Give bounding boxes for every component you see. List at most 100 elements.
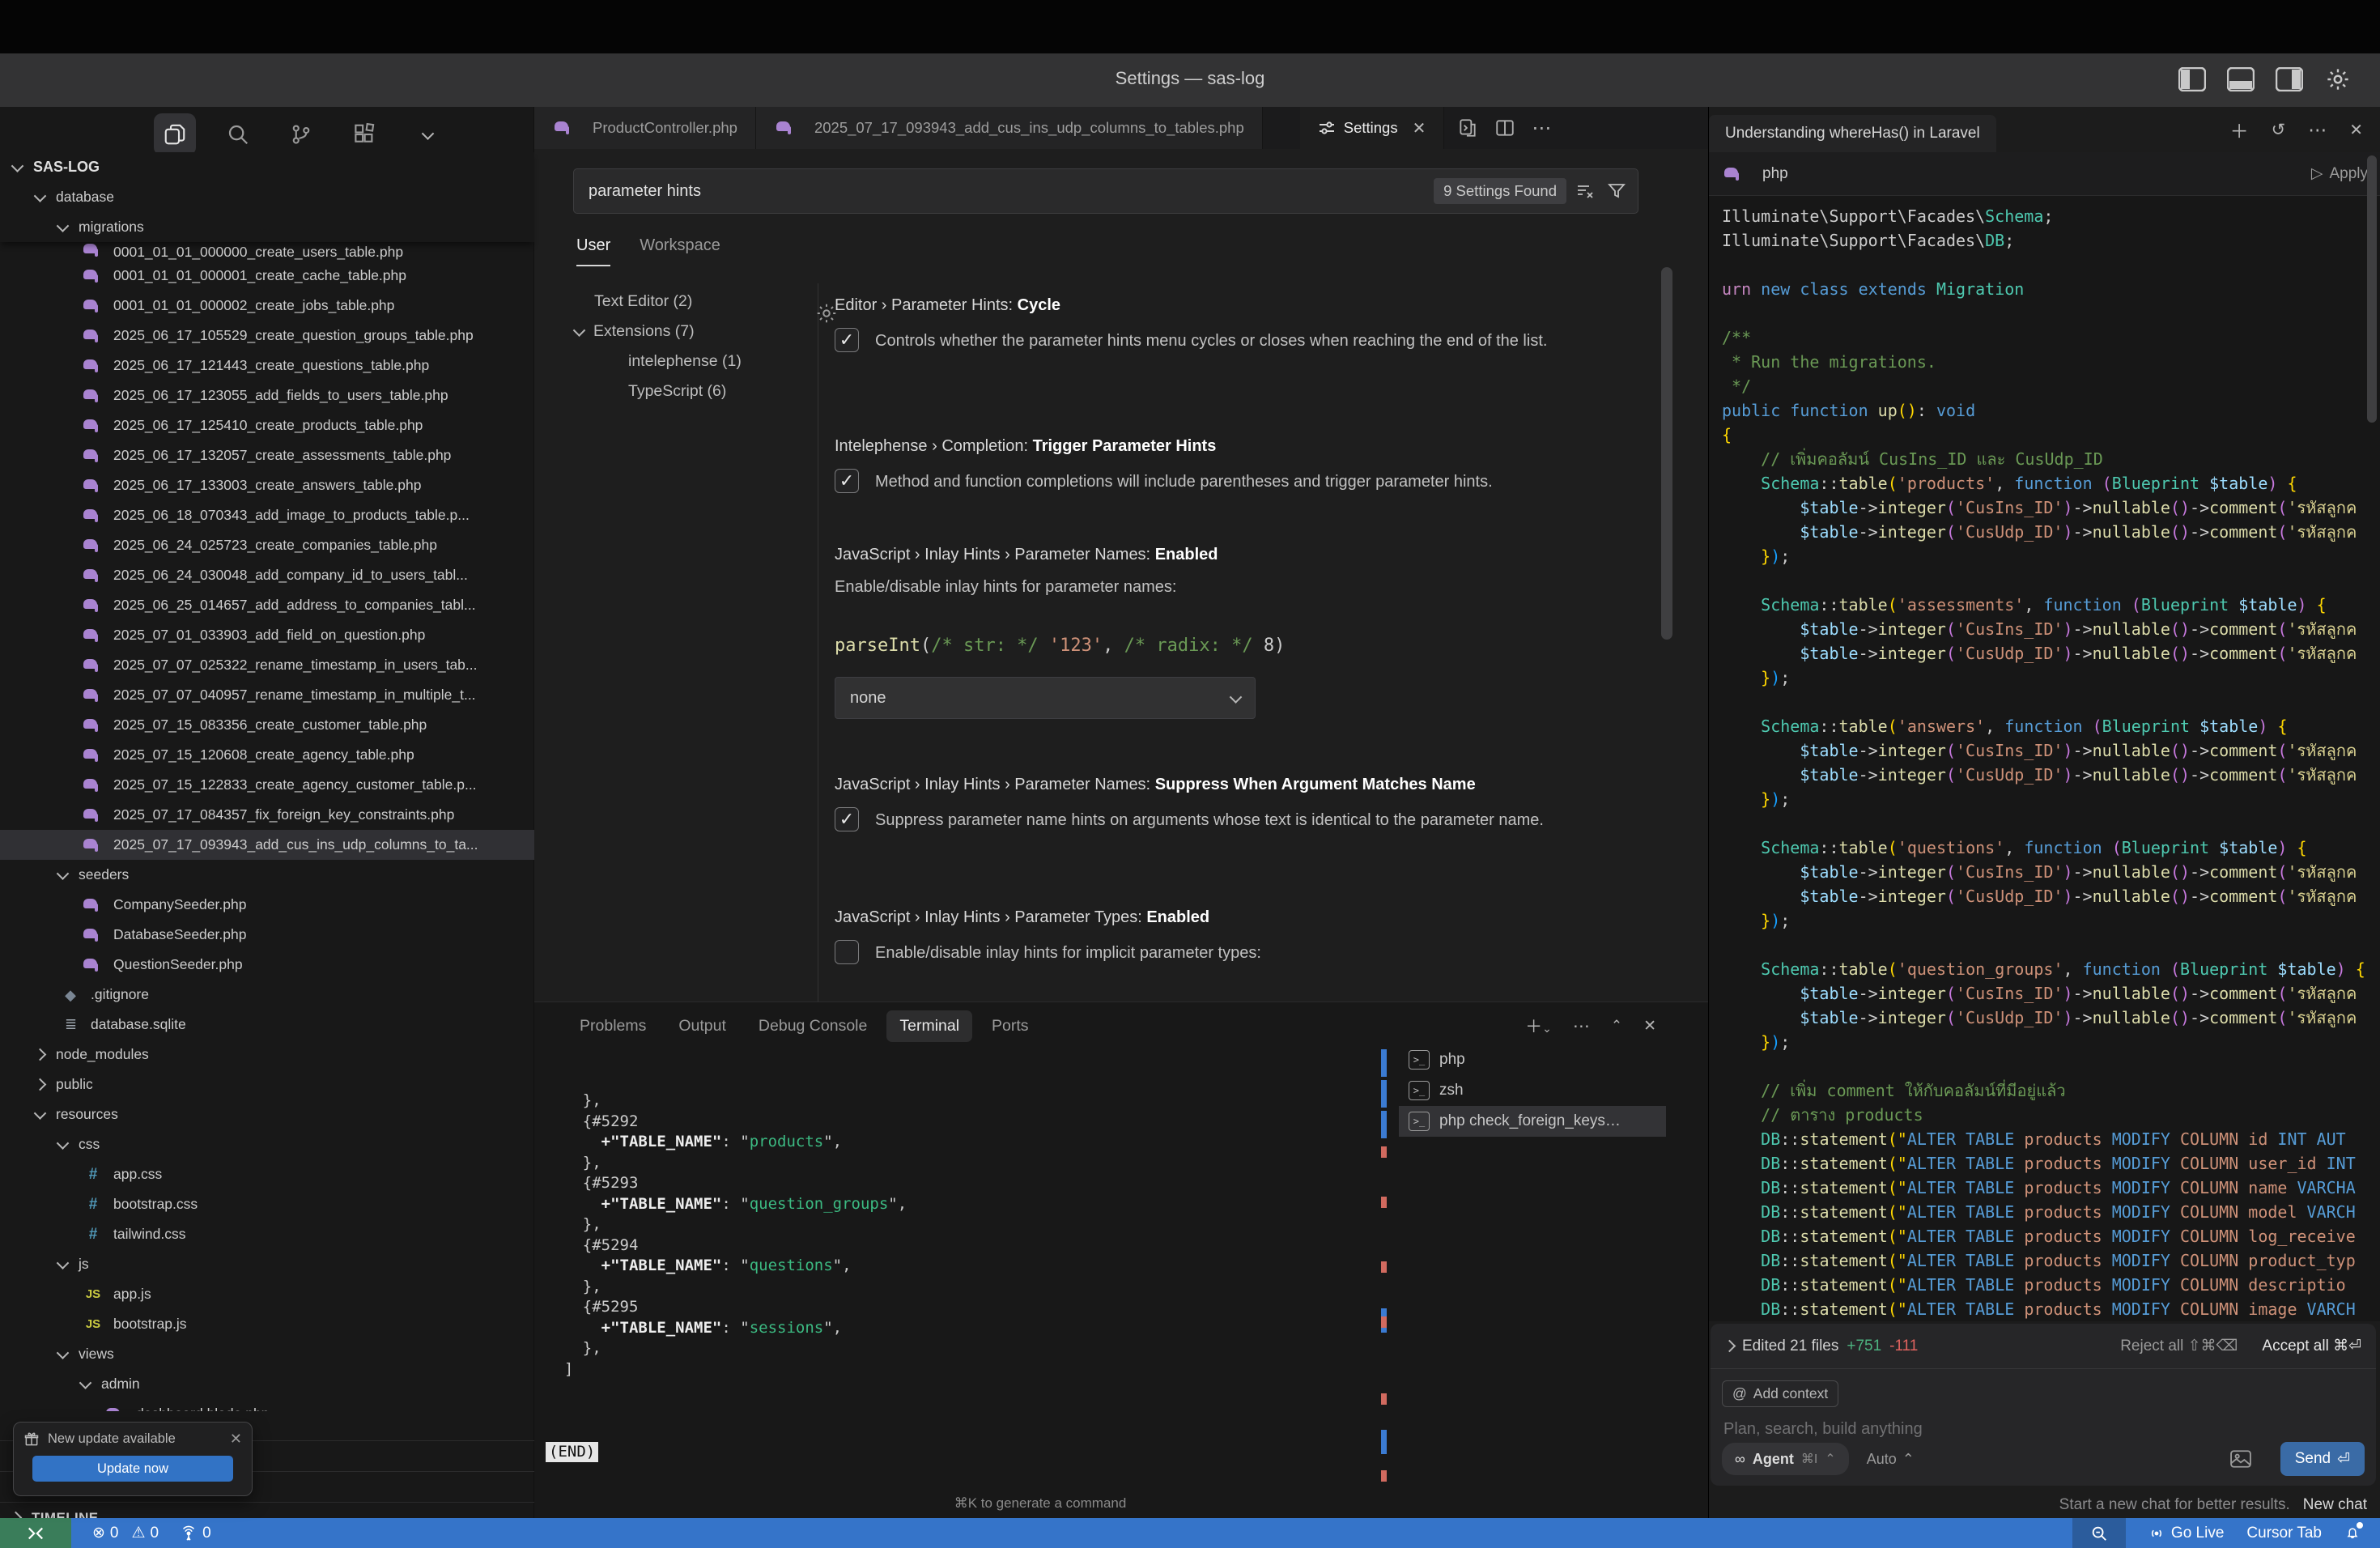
param-names-dropdown[interactable]: none (835, 677, 1256, 719)
setting-intelephense-trigger-parameter-hints[interactable]: Intelephense › Completion: Trigger Param… (835, 437, 1644, 495)
tab-settings[interactable]: Settings ✕ (1300, 107, 1445, 149)
filter-funnel-icon[interactable] (1607, 181, 1626, 201)
tree-item[interactable]: JSbootstrap.js (0, 1309, 534, 1339)
tree-item[interactable]: #app.css (0, 1159, 534, 1189)
tree-item[interactable]: 2025_07_17_084357_fix_foreign_key_constr… (0, 800, 534, 830)
tree-item[interactable]: 0001_01_01_000001_create_cache_table.php (0, 261, 534, 291)
tree-item[interactable]: resources (0, 1099, 534, 1129)
panel-more-icon[interactable]: ⋯ (1573, 1016, 1590, 1036)
new-chat-icon[interactable]: ＋ (2230, 116, 2249, 143)
chat-close-icon[interactable]: ✕ (2349, 120, 2363, 140)
tree-item[interactable]: 2025_07_07_025322_rename_timestamp_in_us… (0, 650, 534, 680)
tree-item[interactable]: 2025_06_17_121443_create_questions_table… (0, 351, 534, 381)
tree-item[interactable]: 2025_06_18_070343_add_image_to_products_… (0, 500, 534, 530)
checkbox-checked[interactable]: ✓ (835, 328, 859, 352)
toggle-panel-icon[interactable] (2226, 65, 2255, 94)
problems-status[interactable]: ⊗0 ⚠0 (92, 1524, 159, 1542)
setting-js-inlay-parameter-types-enabled[interactable]: JavaScript › Inlay Hints › Parameter Typ… (835, 908, 1644, 966)
toast-close-icon[interactable]: ✕ (230, 1431, 242, 1448)
tree-item[interactable]: views (0, 1339, 534, 1369)
tree-item[interactable]: 0001_01_01_000002_create_jobs_table.php (0, 291, 534, 321)
chat-tab[interactable]: Understanding whereHas() in Laravel (1709, 115, 1996, 152)
split-editor-icon[interactable] (1494, 117, 1515, 138)
panel-tab-ports[interactable]: Ports (979, 1010, 1042, 1042)
toggle-right-sidebar-icon[interactable] (2275, 65, 2304, 94)
tree-item[interactable]: #bootstrap.css (0, 1189, 534, 1219)
tree-item[interactable]: admin (0, 1369, 534, 1399)
views-chevron-down-icon[interactable] (406, 113, 448, 155)
terminal-list-item[interactable]: >_php (1399, 1044, 1666, 1075)
panel-tab-output[interactable]: Output (665, 1010, 739, 1042)
tree-item[interactable]: CompanySeeder.php (0, 890, 534, 920)
new-terminal-icon[interactable]: ＋⌄ (1525, 1014, 1552, 1038)
checkbox-unchecked[interactable] (835, 940, 859, 964)
tab-migration-file[interactable]: 2025_07_17_093943_add_cus_ins_udp_column… (756, 107, 1263, 149)
tree-item[interactable]: SAS-LOG (0, 152, 534, 182)
tree-item[interactable]: #tailwind.css (0, 1219, 534, 1249)
explorer-files-icon[interactable] (154, 113, 196, 155)
terminal-list-item[interactable]: >_php check_foreign_keys… (1399, 1106, 1666, 1137)
new-chat-link[interactable]: New chat (2303, 1496, 2367, 1513)
chat-code-lines[interactable]: Illuminate\Support\Facades\Schema;Illumi… (1709, 196, 2380, 1321)
settings-gear-icon[interactable] (2323, 65, 2352, 94)
attach-image-icon[interactable] (2230, 1450, 2251, 1468)
tree-item[interactable]: migrations (0, 212, 534, 242)
toggle-left-sidebar-icon[interactable] (2178, 65, 2207, 94)
more-actions-icon[interactable]: ⋯ (1532, 117, 1551, 140)
update-now-button[interactable]: Update now (32, 1456, 233, 1482)
panel-maximize-icon[interactable]: ⌃ (1611, 1018, 1622, 1034)
tree-item[interactable]: 2025_06_17_133003_create_answers_table.p… (0, 470, 534, 500)
search-icon[interactable] (217, 113, 259, 155)
panel-tab-debug-console[interactable]: Debug Console (746, 1010, 880, 1042)
checkbox-checked[interactable]: ✓ (835, 807, 859, 831)
tree-item[interactable]: DatabaseSeeder.php (0, 920, 534, 950)
apply-button[interactable]: ▷ Apply (2311, 164, 2368, 183)
tree-item[interactable]: 2025_06_17_132057_create_assessments_tab… (0, 440, 534, 470)
panel-tab-terminal[interactable]: Terminal (886, 1010, 972, 1042)
tree-item[interactable]: 2025_06_24_030048_add_company_id_to_user… (0, 560, 534, 590)
setting-js-inlay-parameter-names-enabled[interactable]: JavaScript › Inlay Hints › Parameter Nam… (835, 546, 1644, 719)
tree-item[interactable]: js (0, 1249, 534, 1279)
tree-item[interactable]: dashboard.blade.php (0, 1399, 534, 1411)
chat-input-placeholder[interactable]: Plan, search, build anything (1723, 1420, 2376, 1439)
history-icon[interactable]: ↺ (2272, 120, 2286, 140)
tree-item[interactable]: 2025_06_17_105529_create_question_groups… (0, 321, 534, 351)
close-tab-icon[interactable]: ✕ (1413, 118, 1426, 138)
notifications-bell-icon[interactable] (2344, 1525, 2361, 1542)
setting-js-inlay-suppress-when-argument-matches[interactable]: JavaScript › Inlay Hints › Parameter Nam… (835, 776, 1644, 833)
add-context-chip[interactable]: @ Add context (1722, 1380, 1838, 1407)
clear-filters-icon[interactable] (1575, 181, 1596, 201)
tree-item[interactable]: ≣database.sqlite (0, 1010, 534, 1040)
checkbox-checked[interactable]: ✓ (835, 469, 859, 493)
toc-item[interactable]: Text Editor (2) (534, 287, 816, 317)
model-selector[interactable]: Auto⌃ (1867, 1451, 1915, 1468)
agent-mode-selector[interactable]: ∞Agent ⌘I⌃ (1722, 1443, 1849, 1475)
tree-item[interactable]: 2025_07_01_033903_add_field_on_question.… (0, 620, 534, 650)
tree-item[interactable]: 2025_07_07_040957_rename_timestamp_in_mu… (0, 680, 534, 710)
tree-item[interactable]: JSapp.js (0, 1279, 534, 1309)
setting-editor-parameter-hints-cycle[interactable]: Editor › Parameter Hints: Cycle ✓ Contro… (835, 296, 1644, 354)
tree-item[interactable]: 2025_07_15_083356_create_customer_table.… (0, 710, 534, 740)
cursor-tab-button[interactable]: Cursor Tab (2246, 1525, 2322, 1542)
tree-item[interactable]: 0001_01_01_000000_create_users_table.php (0, 242, 534, 261)
go-live-button[interactable]: Go Live (2148, 1525, 2224, 1542)
toc-item[interactable]: TypeScript (6) (534, 376, 816, 406)
tree-item[interactable]: node_modules (0, 1040, 534, 1070)
tab-productcontroller[interactable]: ProductController.php (534, 107, 756, 149)
tree-item[interactable]: public (0, 1070, 534, 1099)
chat-code-scrollbar[interactable] (2367, 155, 2377, 423)
panel-tab-problems[interactable]: Problems (567, 1010, 659, 1042)
tree-item[interactable]: 2025_07_17_093943_add_cus_ins_udp_column… (0, 830, 534, 860)
terminal-list-item[interactable]: >_zsh (1399, 1075, 1666, 1106)
tree-item[interactable]: seeders (0, 860, 534, 890)
tree-item[interactable]: QuestionSeeder.php (0, 950, 534, 980)
settings-search-input[interactable] (574, 182, 1434, 201)
expand-edits-chevron[interactable] (1723, 1340, 1736, 1353)
chat-more-icon[interactable]: ⋯ (2308, 119, 2327, 141)
send-button[interactable]: Send⏎ (2280, 1442, 2365, 1476)
scope-tab-user[interactable]: User (576, 236, 610, 266)
tree-item[interactable]: database (0, 182, 534, 212)
tree-item[interactable]: 2025_06_25_014657_add_address_to_compani… (0, 590, 534, 620)
reject-all-button[interactable]: Reject all ⇧⌘⌫ (2120, 1337, 2238, 1355)
ports-status[interactable]: 0 (180, 1525, 211, 1542)
